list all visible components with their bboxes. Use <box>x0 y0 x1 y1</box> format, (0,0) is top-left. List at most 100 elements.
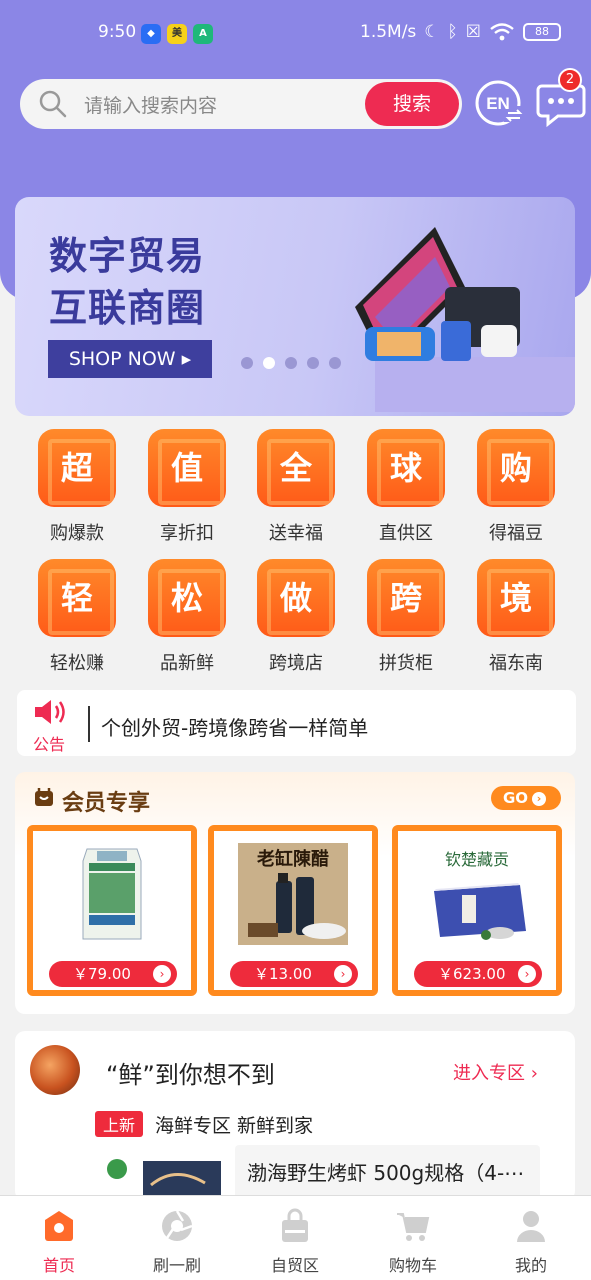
language-switch-icon[interactable]: EN <box>474 78 524 128</box>
pagination-dot[interactable] <box>263 357 275 369</box>
category-tile-icon: 值 <box>148 429 226 507</box>
electronics-illustration <box>355 227 575 412</box>
category-item[interactable]: 购得福豆 <box>466 429 566 545</box>
product-price-label: ￥623.00 <box>438 965 506 983</box>
tab-home[interactable]: 首页 <box>0 1208 118 1276</box>
a-app-icon: A <box>193 24 213 44</box>
member-title: 会员专享 <box>62 791 151 816</box>
product-price[interactable]: ￥623.00 › <box>414 961 542 987</box>
tea-gift-box-image: 钦楚藏贡 <box>434 850 526 940</box>
category-item[interactable]: 球直供区 <box>356 429 456 545</box>
pagination-dot[interactable] <box>285 357 297 369</box>
moon-icon: ☾ <box>424 22 440 42</box>
product-card[interactable]: ￥79.00 › <box>27 825 197 996</box>
chevron-right-icon: › <box>153 965 171 983</box>
search-icon <box>39 90 67 118</box>
language-label: EN <box>486 94 510 113</box>
category-label: 享折扣 <box>160 523 214 544</box>
tab-free-trade[interactable]: 自贸区 <box>236 1208 354 1276</box>
tab-label: 购物车 <box>388 1256 437 1275</box>
shop-now-button[interactable]: SHOP NOW ▸ <box>48 340 212 378</box>
fresh-subtitle: 海鲜专区 新鲜到家 <box>155 1115 314 1137</box>
category-tile-icon: 跨 <box>367 559 445 637</box>
chevron-right-icon: › <box>518 965 536 983</box>
no-sim-icon: ☒ <box>465 22 481 42</box>
user-icon <box>517 1211 545 1242</box>
product-card[interactable]: 老缸陳醋 ￥13.00 › <box>208 825 378 996</box>
banner-pagination <box>241 357 341 369</box>
net-speed: 1.5M/s <box>360 22 417 42</box>
chevron-right-icon: › <box>334 965 352 983</box>
go-label: GO <box>503 789 529 807</box>
wifi-icon <box>490 23 514 41</box>
fresh-section: “鲜”到你想不到 进入专区 › 上新 海鲜专区 新鲜到家 渤海野生烤虾 500g… <box>15 1031 575 1201</box>
chevron-right-icon: › <box>532 792 547 806</box>
tab-refresh[interactable]: 刷一刷 <box>118 1208 236 1276</box>
category-label: 轻松赚 <box>50 653 104 674</box>
refresh-icon <box>162 1210 193 1241</box>
product-price-label: ￥79.00 <box>73 965 131 983</box>
seafood-avatar <box>30 1045 80 1095</box>
category-item[interactable]: 做跨境店 <box>246 559 346 675</box>
category-item[interactable]: 境福东南 <box>466 559 566 675</box>
product-price[interactable]: ￥79.00 › <box>49 961 177 987</box>
cart-icon <box>397 1213 430 1241</box>
search-bar[interactable]: 请输入搜索内容 搜索 <box>20 79 462 129</box>
bluetooth-icon: ᛒ <box>447 22 458 42</box>
bottom-tab-bar: 首页 刷一刷 自贸区 购物车 我的 <box>0 1195 591 1280</box>
search-input[interactable]: 请输入搜索内容 <box>84 91 365 118</box>
category-label: 跨境店 <box>269 653 323 674</box>
tab-label: 刷一刷 <box>152 1256 201 1275</box>
battery-icon: 88 <box>523 23 561 41</box>
status-bar: 9:50 ◆ 美 A 1.5M/s ☾ ᛒ ☒ 88 <box>0 0 591 66</box>
product-price[interactable]: ￥13.00 › <box>230 961 358 987</box>
pagination-dot[interactable] <box>329 357 341 369</box>
announcement-text[interactable]: 个创外贸-跨境像跨省一样简单 <box>101 712 368 741</box>
pagination-dot[interactable] <box>241 357 253 369</box>
category-tile-icon: 超 <box>38 429 116 507</box>
vinegar-brand-text: 老缸陳醋 <box>257 848 329 870</box>
category-label: 送幸福 <box>269 523 323 544</box>
announcement-bar[interactable]: 公告 个创外贸-跨境像跨省一样简单 <box>17 690 576 756</box>
bag-icon <box>282 1208 308 1242</box>
go-button[interactable]: GO › <box>491 786 561 810</box>
tab-label: 我的 <box>514 1256 547 1275</box>
product-card[interactable]: 钦楚藏贡 ￥623.00 › <box>392 825 562 996</box>
category-tile-icon: 球 <box>367 429 445 507</box>
shield-app-icon: ◆ <box>141 24 161 44</box>
fresh-item-title: 渤海野生烤虾 500g规格（4-⋯ <box>247 1161 525 1185</box>
search-button[interactable]: 搜索 <box>365 82 459 126</box>
category-tile-icon: 轻 <box>38 559 116 637</box>
meituan-app-icon: 美 <box>167 24 187 44</box>
rice-bag-image <box>82 848 142 940</box>
home-icon <box>45 1211 73 1241</box>
fresh-title: “鲜”到你想不到 <box>106 1061 275 1089</box>
member-icon <box>35 788 53 806</box>
category-tile-icon: 全 <box>257 429 335 507</box>
category-label: 直供区 <box>379 523 433 544</box>
tab-cart[interactable]: 购物车 <box>354 1208 472 1276</box>
category-label: 拼货柜 <box>379 653 433 674</box>
pagination-dot[interactable] <box>307 357 319 369</box>
category-item[interactable]: 全送幸福 <box>246 429 346 545</box>
status-time: 9:50 <box>98 22 137 42</box>
category-item[interactable]: 值享折扣 <box>137 429 237 545</box>
tea-brand-text: 钦楚藏贡 <box>445 850 509 869</box>
tab-label: 首页 <box>42 1256 75 1275</box>
promo-banner[interactable]: 数字贸易 互联商圈 SHOP NOW ▸ <box>15 197 575 416</box>
category-item[interactable]: 跨拼货柜 <box>356 559 456 675</box>
category-item[interactable]: 轻轻松赚 <box>27 559 127 675</box>
category-item[interactable]: 超购爆款 <box>27 429 127 545</box>
fresh-item[interactable]: 渤海野生烤虾 500g规格（4-⋯ <box>235 1145 540 1201</box>
category-item[interactable]: 松品新鲜 <box>137 559 237 675</box>
vinegar-bottles-image: 老缸陳醋 <box>238 843 348 945</box>
category-tile-icon: 购 <box>477 429 555 507</box>
tab-profile[interactable]: 我的 <box>472 1208 590 1276</box>
enter-zone-link[interactable]: 进入专区 › <box>453 1059 538 1085</box>
announcement-divider <box>88 706 90 742</box>
speaker-icon <box>35 700 65 724</box>
banner-title-line2: 互联商圈 <box>49 286 206 330</box>
tab-label: 自贸区 <box>270 1256 319 1275</box>
category-tile-icon: 做 <box>257 559 335 637</box>
member-section: 会员专享 GO › ￥79.00 › 老缸陳醋 ￥13.00 › 钦楚藏贡 ￥6… <box>15 772 575 1014</box>
